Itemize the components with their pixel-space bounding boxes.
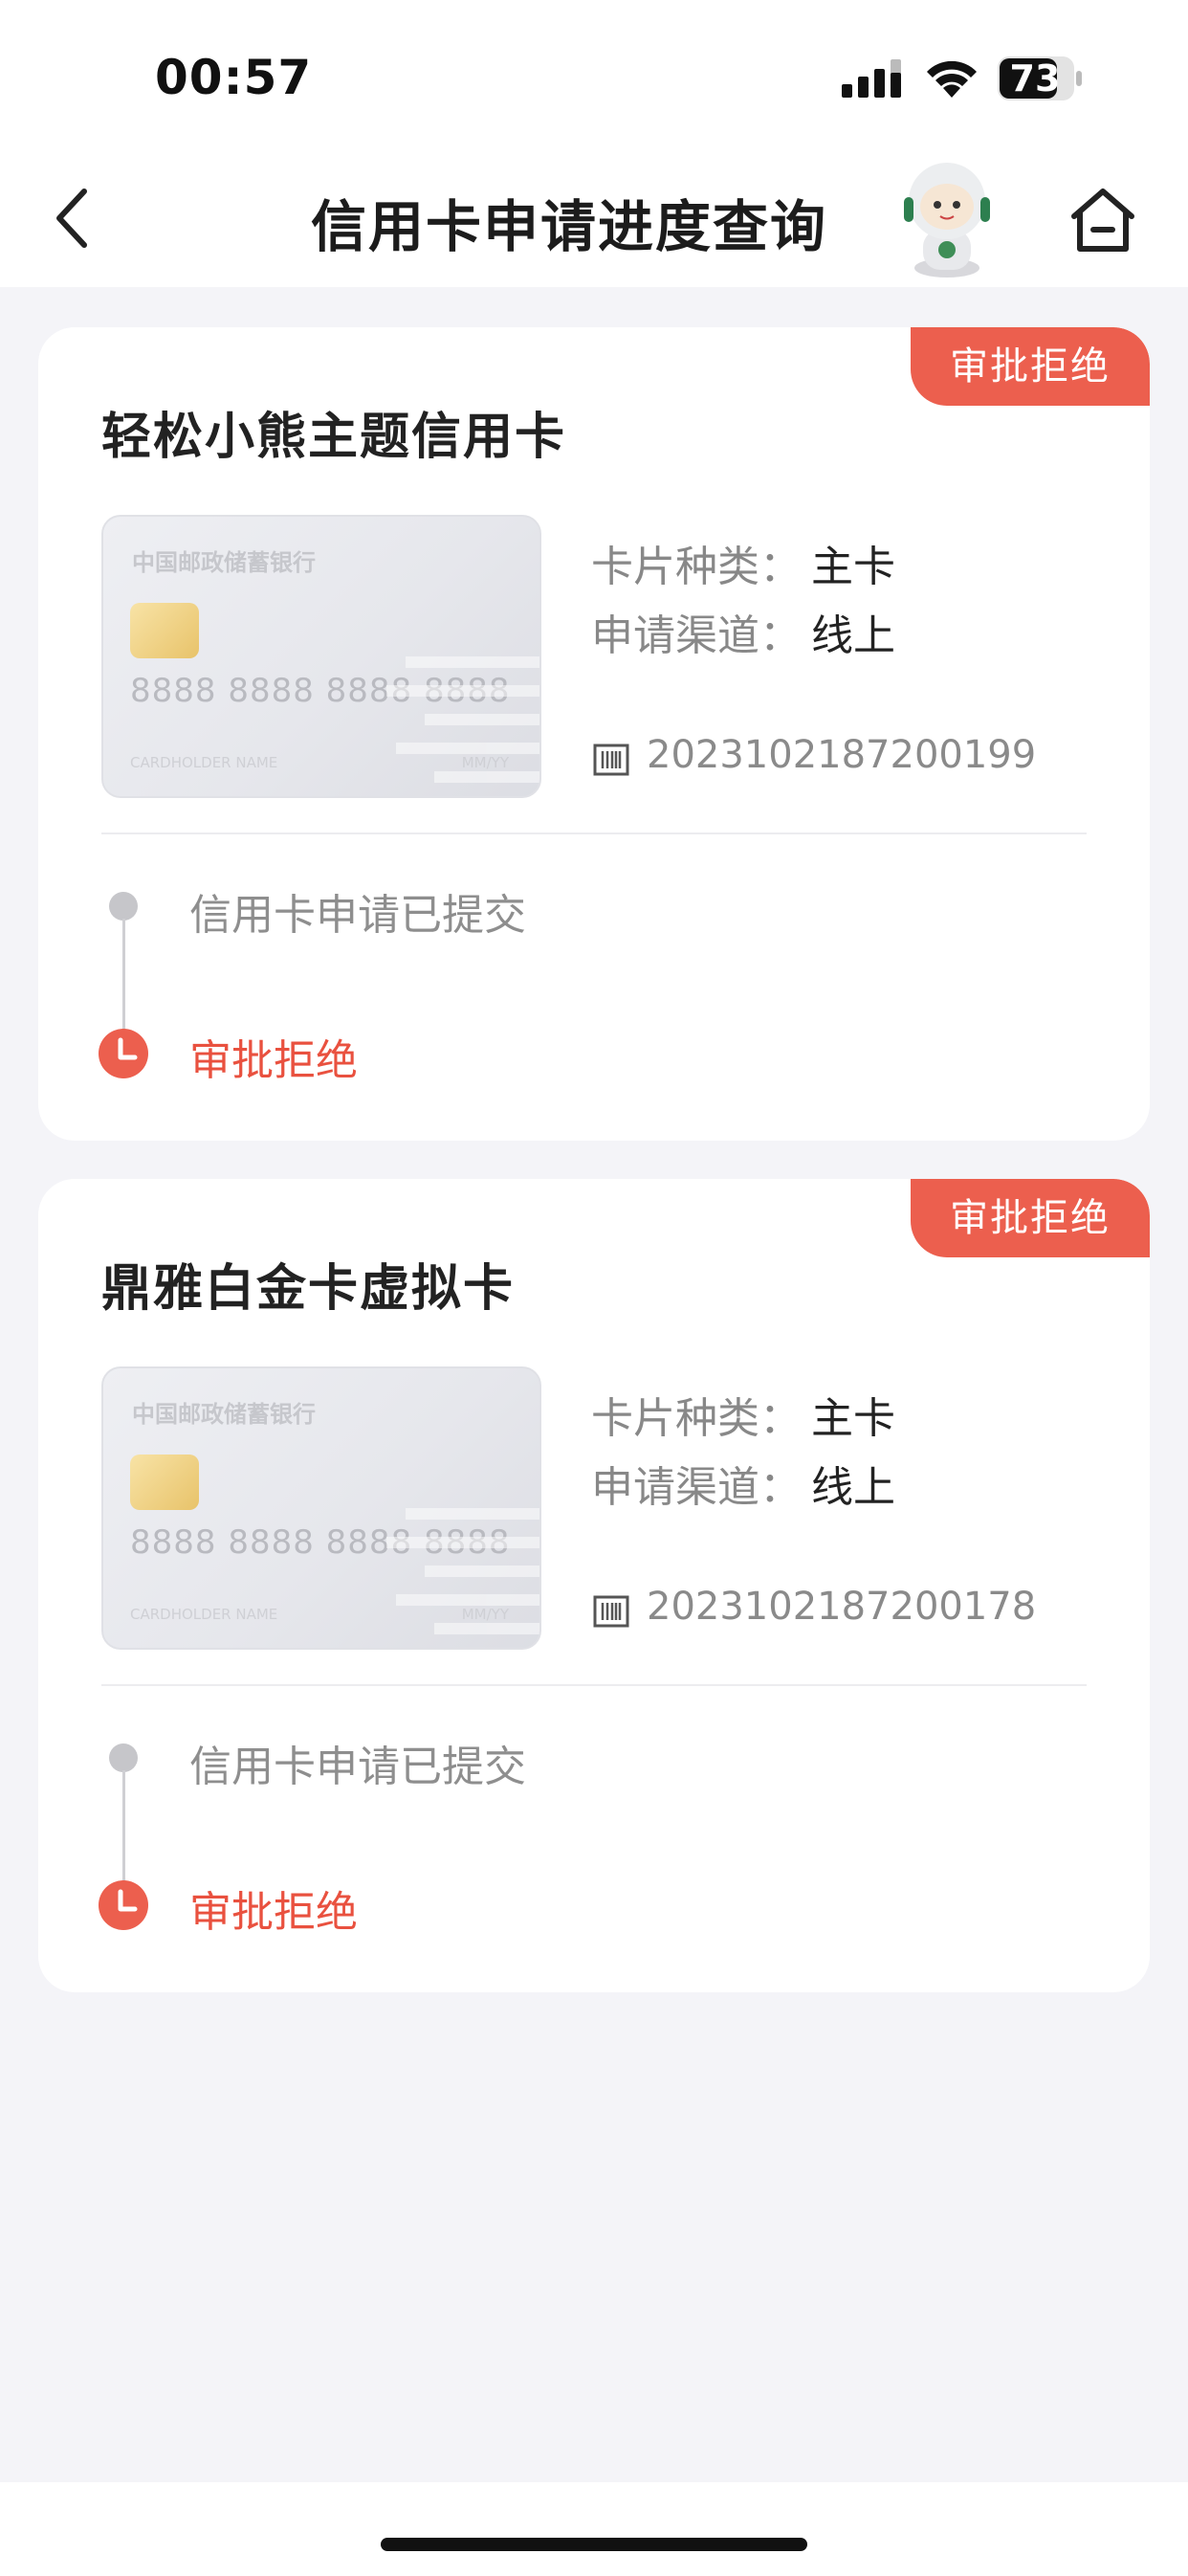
channel-value: 线上 [811,1463,895,1512]
card-holder: CARDHOLDER NAME [130,1606,278,1623]
clock-icon [99,1880,148,1930]
status-time: 00:57 [155,50,313,105]
divider [101,1684,1087,1686]
timeline-dot [109,892,138,921]
channel-label: 申请渠道： [591,611,802,660]
card-bank-name: 中国邮政储蓄银行 [132,549,316,576]
bottom-safe-area [0,2482,1188,2576]
application-card[interactable]: 审批拒绝 鼎雅白金卡虚拟卡 中国邮政储蓄银行 8888 8888 8888 88… [38,1179,1150,1992]
channel-label: 申请渠道： [591,1463,802,1512]
robot-assistant-icon[interactable] [894,161,1000,280]
card-bank-name: 中国邮政储蓄银行 [132,1401,316,1428]
card-name: 鼎雅白金卡虚拟卡 [101,1260,516,1318]
card-name: 轻松小熊主题信用卡 [101,409,567,466]
timeline-line [122,1770,125,1891]
nav-bar: 信用卡申请进度查询 [0,153,1188,287]
timeline-line [122,919,125,1039]
clock-icon [99,1029,148,1078]
chip-icon [130,1455,199,1510]
card-type-label: 卡片种类： [591,1394,802,1443]
timeline-step-submitted: 信用卡申请已提交 [189,1743,526,1791]
credit-card-image: 中国邮政储蓄银行 8888 8888 8888 8888 CARDHOLDER … [101,1366,541,1650]
chip-icon [130,603,199,658]
timeline-step-rejected: 审批拒绝 [189,1036,358,1085]
cellular-signal-icon [842,59,901,98]
home-indicator[interactable] [381,2538,807,2551]
wifi-icon [927,60,977,98]
postal-logo-watermark [386,656,539,783]
application-number: 2023102187200178 [647,1585,1037,1629]
battery-level: 73 [1009,57,1061,100]
timeline-step-submitted: 信用卡申请已提交 [189,891,526,940]
home-button[interactable] [1067,182,1139,258]
timeline-step-rejected: 审批拒绝 [189,1888,358,1937]
status-badge: 审批拒绝 [911,1179,1150,1257]
status-bar: 00:57 73 [0,0,1188,153]
channel-value: 线上 [811,611,895,660]
card-type-label: 卡片种类： [591,543,802,591]
application-number: 2023102187200199 [647,733,1037,777]
status-badge: 审批拒绝 [911,327,1150,406]
timeline-dot [109,1743,138,1772]
divider [101,833,1087,834]
barcode-icon [593,744,629,776]
card-type-value: 主卡 [811,543,895,591]
card-holder: CARDHOLDER NAME [130,754,278,771]
postal-logo-watermark [386,1508,539,1634]
card-type-value: 主卡 [811,1394,895,1443]
barcode-icon [593,1595,629,1628]
application-card[interactable]: 审批拒绝 轻松小熊主题信用卡 中国邮政储蓄银行 8888 8888 8888 8… [38,327,1150,1141]
credit-card-image: 中国邮政储蓄银行 8888 8888 8888 8888 CARDHOLDER … [101,515,541,798]
